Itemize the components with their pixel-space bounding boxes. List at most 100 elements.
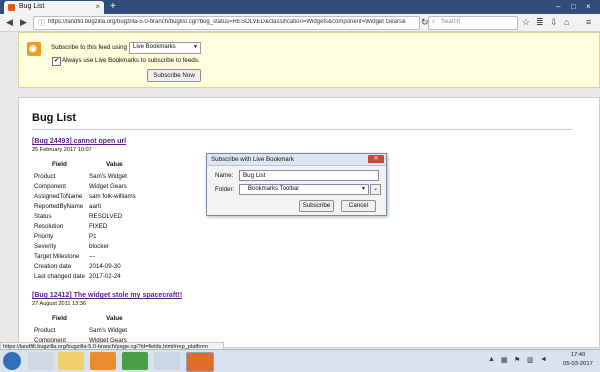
network-status-icon[interactable]: ▥ bbox=[527, 356, 534, 364]
chrome-taskbar-icon[interactable] bbox=[122, 352, 148, 370]
bug-field-row: Product Sam's Widget bbox=[34, 327, 174, 337]
live-bookmark-dialog: Subscribe with Live Bookmark ✕ Name: Bug… bbox=[206, 153, 387, 216]
field-value: FIXED bbox=[89, 223, 108, 230]
feed-reader-value: Live Bookmarks bbox=[133, 44, 176, 50]
tab-bug-list[interactable]: Bug List × bbox=[4, 1, 104, 14]
bug-field-row: Severity blocker bbox=[34, 243, 174, 253]
field-value: 2017-02-24 bbox=[89, 273, 121, 280]
folder-select[interactable]: Bookmarks Toolbar ▼ bbox=[239, 184, 369, 195]
name-input-value: Bug List bbox=[243, 172, 266, 179]
start-button-icon[interactable] bbox=[3, 352, 21, 370]
new-tab-button[interactable]: + bbox=[110, 1, 116, 12]
forward-icon[interactable]: ▶ bbox=[20, 17, 27, 28]
lock-icon: ⓘ bbox=[38, 20, 45, 27]
expand-folder-icon[interactable]: ⌄ bbox=[370, 184, 381, 195]
feed-reader-select[interactable]: Live Bookmarks ▼ bbox=[129, 42, 201, 54]
search-icon: ⌕ bbox=[432, 19, 436, 25]
bug-field-row: AssignedToName sam folk-williams bbox=[34, 193, 174, 203]
chevron-down-icon: ▼ bbox=[361, 186, 366, 192]
value-header: Value bbox=[106, 315, 123, 322]
folder-taskbar-icon[interactable] bbox=[58, 352, 84, 370]
bug-field-row: Product Sam's Widget bbox=[34, 173, 174, 183]
close-tab-icon[interactable]: × bbox=[95, 2, 100, 11]
field-key: Priority bbox=[34, 233, 54, 240]
bug-field-row: Last changed date 2017-02-24 bbox=[34, 273, 174, 283]
field-value: blocker bbox=[89, 243, 109, 250]
field-value: aarti bbox=[89, 203, 102, 210]
firefox-taskbar-icon[interactable] bbox=[186, 352, 214, 372]
close-window-icon[interactable]: × bbox=[586, 2, 591, 11]
field-key: Status bbox=[34, 213, 52, 220]
taskbar: ▲ ▦ ⚑ ▥ ◄ 17:40 05-03-2017 bbox=[0, 349, 600, 372]
bug-title-link[interactable]: [Bug 12412] The widget stole my spacecra… bbox=[32, 292, 182, 299]
back-icon[interactable]: ◀ bbox=[6, 17, 13, 28]
field-value: Sam's Widget bbox=[89, 327, 127, 334]
media-player-taskbar-icon[interactable] bbox=[90, 352, 116, 370]
bug-title-link[interactable]: [Bug 24493] cannot open url bbox=[32, 138, 126, 145]
tab-bar: Bug List × + – □ × bbox=[0, 0, 600, 14]
paint-taskbar-icon[interactable] bbox=[154, 352, 180, 370]
always-use-label: Always use Live Bookmarks to subscribe t… bbox=[62, 57, 200, 64]
home-icon[interactable]: ⌂ bbox=[564, 17, 569, 27]
field-key: AssignedToName bbox=[34, 193, 83, 200]
field-key: Component bbox=[34, 183, 66, 190]
chevron-down-icon: ▼ bbox=[193, 44, 198, 50]
url-text: https://landfill.bugzilla.org/bugzilla-5… bbox=[48, 19, 406, 25]
navigation-bar: ◀ ▶ ⓘ https://landfill.bugzilla.org/bugz… bbox=[0, 14, 600, 32]
cancel-button[interactable]: Cancel bbox=[341, 200, 376, 212]
subscribe-now-button[interactable]: Subscribe Now bbox=[147, 69, 201, 82]
clock-date: 05-03-2017 bbox=[563, 361, 593, 367]
bug-field-row: Resolution FIXED bbox=[34, 223, 174, 233]
folder-label: Folder: bbox=[215, 186, 235, 193]
field-value: Widget Gears bbox=[89, 183, 127, 190]
field-value: sam folk-williams bbox=[89, 193, 136, 200]
bug-field-row: Status RESOLVED bbox=[34, 213, 174, 223]
field-header: Field bbox=[52, 315, 67, 322]
field-key: Creation date bbox=[34, 263, 72, 270]
name-label: Name: bbox=[215, 172, 234, 179]
bug-date: 27 August 2011 13:36 bbox=[32, 301, 87, 307]
field-value: Sam's Widget bbox=[89, 173, 127, 180]
network-icon[interactable]: ▦ bbox=[501, 356, 508, 364]
maximize-icon[interactable]: □ bbox=[571, 2, 576, 11]
search-input[interactable]: ⌕ Search bbox=[428, 16, 518, 30]
ie-taskbar-icon[interactable] bbox=[28, 352, 54, 370]
flag-icon[interactable]: ⚑ bbox=[514, 356, 520, 364]
bug-field-row: Creation date 2014-09-30 bbox=[34, 263, 174, 273]
search-placeholder: Search bbox=[441, 19, 461, 25]
dialog-close-icon[interactable]: ✕ bbox=[368, 155, 384, 163]
bug-field-row: Target Milestone --- bbox=[34, 253, 174, 263]
feed-subscribe-box: ◉ Subscribe to this feed using Live Book… bbox=[18, 32, 600, 88]
field-key: Target Milestone bbox=[34, 253, 80, 260]
tray-expand-icon[interactable]: ▲ bbox=[488, 356, 495, 363]
page-title: Bug List bbox=[32, 112, 76, 124]
subscribe-button[interactable]: Subscribe bbox=[299, 200, 334, 212]
bug-list-content: Bug List [Bug 24493] cannot open url 25 … bbox=[18, 97, 600, 348]
field-key: ReportedByName bbox=[34, 203, 84, 210]
field-value: 2014-09-30 bbox=[89, 263, 121, 270]
download-icon[interactable]: ⇩ bbox=[550, 17, 558, 28]
bookmark-star-icon[interactable]: ☆ bbox=[522, 17, 530, 28]
volume-icon[interactable]: ◄ bbox=[540, 356, 547, 363]
menu-icon[interactable]: ≡ bbox=[586, 17, 591, 27]
dialog-titlebar: Subscribe with Live Bookmark ✕ bbox=[207, 154, 386, 166]
value-header: Value bbox=[106, 161, 123, 168]
field-value: --- bbox=[89, 253, 96, 260]
folder-select-value: Bookmarks Toolbar bbox=[248, 186, 300, 192]
field-key: Last changed date bbox=[34, 273, 85, 280]
tab-title: Bug List bbox=[19, 3, 45, 10]
minimize-icon[interactable]: – bbox=[556, 2, 560, 11]
field-header: Field bbox=[52, 161, 67, 168]
field-value: P1 bbox=[89, 233, 97, 240]
clock-time: 17:40 bbox=[570, 352, 586, 358]
name-input[interactable]: Bug List bbox=[239, 170, 379, 181]
bug-field-row: Component Widget Gears bbox=[34, 183, 174, 193]
field-key: Product bbox=[34, 327, 56, 334]
url-bar[interactable]: ⓘ https://landfill.bugzilla.org/bugzilla… bbox=[33, 16, 420, 30]
subscribe-text: Subscribe to this feed using bbox=[51, 44, 128, 51]
field-value: RESOLVED bbox=[89, 213, 123, 220]
taskbar-clock[interactable]: 17:40 05-03-2017 bbox=[560, 351, 596, 369]
always-use-checkbox[interactable]: ✔ bbox=[52, 57, 61, 66]
bookmarks-list-icon[interactable]: ≣ bbox=[536, 17, 544, 28]
bug-date: 25 February 2017 10:07 bbox=[32, 147, 92, 153]
